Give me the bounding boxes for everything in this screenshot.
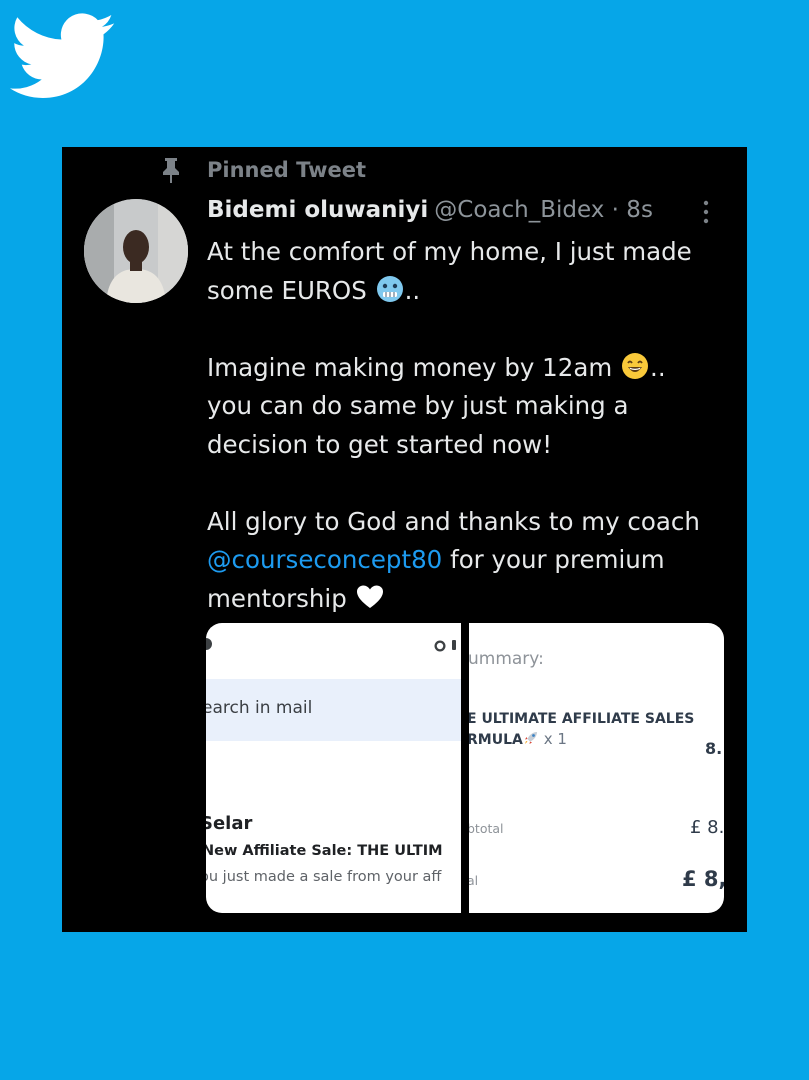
media-image-order-summary[interactable]: ummary: E ULTIMATE AFFILIATE SALES RMULA… [469, 623, 724, 913]
grinning-emoji-icon [622, 352, 649, 379]
media-image-email[interactable]: earch in mail Selar New Affiliate Sale: … [206, 623, 461, 913]
pinned-row: Pinned Tweet [62, 157, 747, 183]
email-subject: New Affiliate Sale: THE ULTIM [206, 843, 443, 859]
tweet-text: At the comfort of my home, I just made s… [207, 233, 742, 618]
total-label: al [469, 873, 479, 888]
product-line: RMULA [469, 732, 523, 748]
product-quantity: x 1 [543, 730, 567, 748]
avatar-photo [84, 199, 188, 303]
tweet-line: mentorship [207, 580, 742, 619]
tweet-line-text: mentorship [207, 583, 347, 613]
pin-icon [163, 158, 179, 183]
tweet-line: @courseconcept80 for your premium [207, 541, 742, 580]
tweet-line: some EUROS .. [207, 272, 742, 311]
status-circle-icon [206, 638, 212, 650]
pinned-tweet-label: Pinned Tweet [207, 158, 367, 182]
mail-search-bar[interactable]: earch in mail [206, 679, 461, 741]
tweet-line: you can do same by just making a [207, 391, 629, 420]
tweet-line-text: Imagine making money by 12am [207, 352, 613, 382]
email-sender: Selar [206, 813, 253, 834]
email-snippet: ou just made a sale from your aff [206, 869, 442, 885]
tweet-line: At the comfort of my home, I just made [207, 237, 692, 266]
mention-link[interactable]: @courseconcept80 [207, 545, 442, 574]
author-name[interactable]: Bidemi oluwaniyi [207, 197, 428, 223]
more-options-icon[interactable] [702, 199, 710, 225]
alarm-icon [434, 640, 456, 652]
tweet-header: Bidemi oluwaniyi @Coach_Bidex · 8s [207, 197, 727, 227]
tweet-line: All glory to God and thanks to my coach [207, 506, 700, 536]
tweet-line-tail: for your premium [450, 545, 665, 574]
tweet-line-tail: .. [650, 352, 666, 382]
cold-face-emoji-icon [376, 275, 403, 302]
twitter-bird-icon [10, 13, 115, 98]
author-handle-time[interactable]: @Coach_Bidex · 8s [434, 197, 653, 223]
tweet-line: decision to get started now! [207, 429, 553, 459]
tweet-line-tail: .. [404, 275, 421, 305]
product-line: E ULTIMATE AFFILIATE SALES [469, 711, 695, 727]
white-heart-emoji-icon [356, 585, 383, 608]
avatar[interactable] [84, 199, 188, 303]
subtotal-value: £ 8. [690, 817, 724, 838]
summary-label: ummary: [469, 649, 544, 669]
product-name: E ULTIMATE AFFILIATE SALES RMULA x 1 [469, 709, 694, 750]
rocket-emoji-icon [524, 732, 537, 744]
total-value: £ 8,8 [682, 867, 724, 891]
product-price: 8. [705, 739, 723, 758]
mail-search-placeholder: earch in mail [206, 698, 313, 718]
tweet-line: Imagine making money by 12am .. [207, 349, 742, 388]
tweet-card[interactable]: Pinned Tweet Bidemi oluwaniyi @Coach_Bide… [62, 147, 747, 932]
tweet-line-text: some EUROS [207, 275, 367, 305]
subtotal-label: btotal [469, 821, 504, 836]
tweet-media[interactable]: earch in mail Selar New Affiliate Sale: … [206, 623, 724, 913]
